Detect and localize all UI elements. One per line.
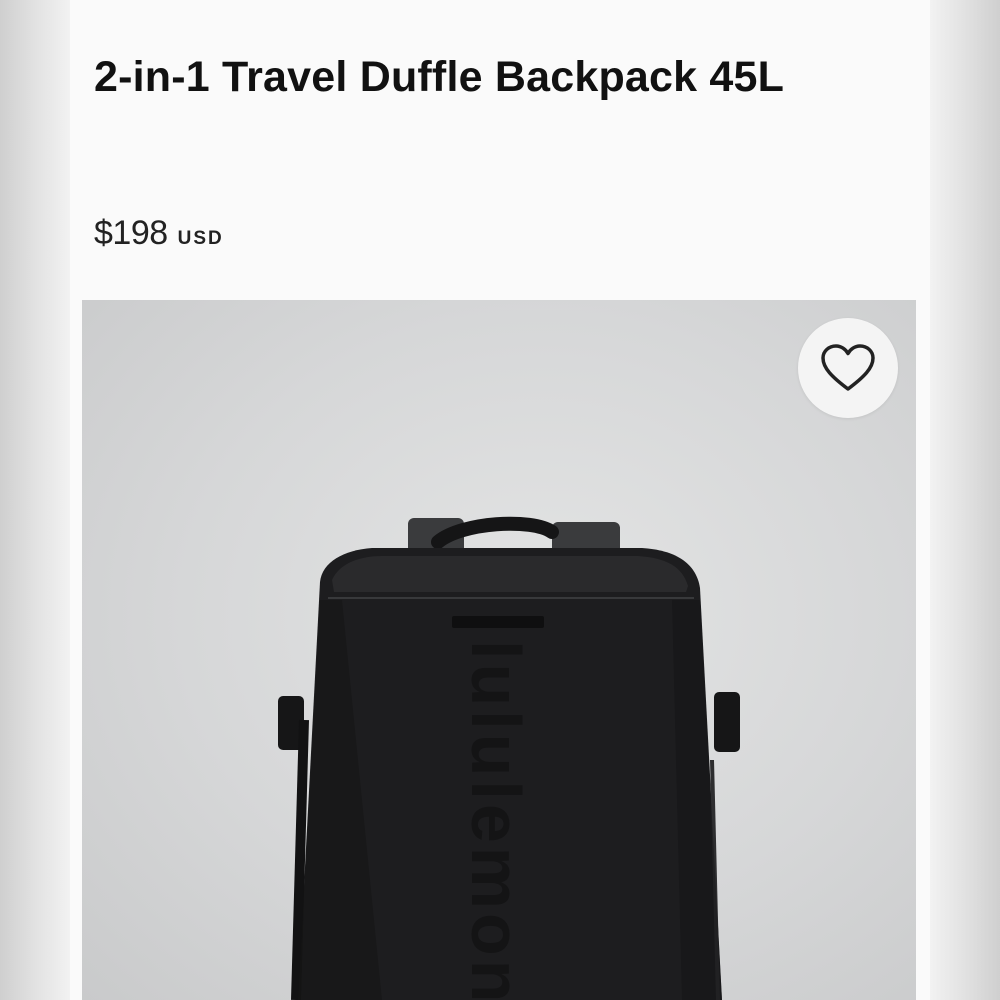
price-row: $198 USD: [94, 214, 224, 253]
heart-outline-icon: [821, 344, 875, 391]
price-currency: USD: [177, 228, 224, 249]
product-price: $198: [94, 214, 168, 252]
product-image-gallery[interactable]: lululemon: [82, 300, 916, 1000]
wishlist-button[interactable]: [798, 318, 898, 418]
product-image: lululemon: [278, 516, 740, 1000]
product-detail-screen: 2-in-1 Travel Duffle Backpack 45L $198 U…: [70, 0, 930, 1000]
embossed-logo: lululemon: [457, 640, 535, 1000]
product-title: 2-in-1 Travel Duffle Backpack 45L: [94, 53, 785, 101]
